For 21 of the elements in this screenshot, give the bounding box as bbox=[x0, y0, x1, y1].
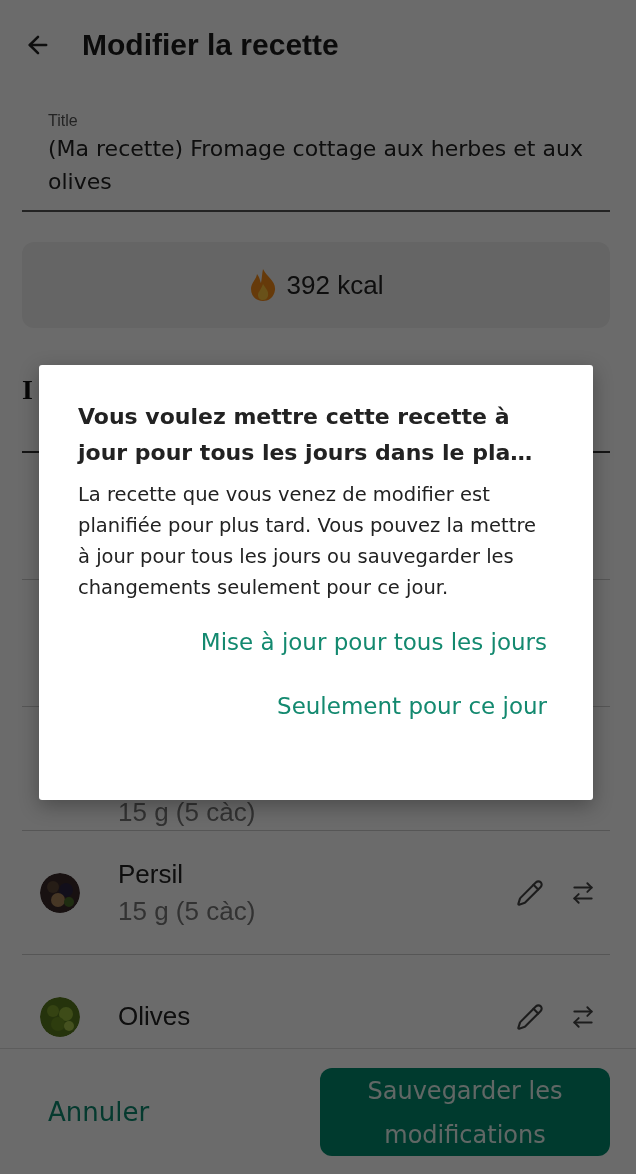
save-button[interactable]: Sauvegarder les modifications bbox=[320, 1067, 610, 1156]
pencil-icon[interactable] bbox=[516, 1002, 544, 1031]
dialog-action[interactable]: Mise à jour pour tous les jours bbox=[200, 625, 547, 659]
pencil-icon[interactable] bbox=[516, 878, 544, 907]
ingredient-amount: 15 g (5 càc) bbox=[118, 895, 257, 927]
swap-icon[interactable] bbox=[570, 879, 596, 906]
dialog-title: Vous voulez mettre cette recette à jour pour tous les jours dans le pla… bbox=[78, 403, 534, 467]
flame-icon bbox=[248, 268, 277, 302]
dialog-action[interactable]: Seulement pour ce jour bbox=[277, 689, 547, 723]
cancel-button[interactable]: Annuler bbox=[48, 1096, 150, 1127]
title-field[interactable]: Title (Ma recette) Fromage cottage aux herbes et aux olives bbox=[22, 112, 610, 212]
ingredient-name: Persil bbox=[118, 858, 184, 890]
field-value: (Ma recette) Fromage cottage aux herbes et aux olives bbox=[48, 135, 584, 196]
page-title: Modifier la recette bbox=[82, 28, 339, 62]
calories-text: 392 kcal bbox=[286, 269, 384, 301]
ingredient-amount: 15 g (5 càc) bbox=[118, 797, 257, 828]
dialog-message: La recette que vous venez de modifier est planifiée pour plus tard. Vous pouvez la mettre à jour pour tous les jours ou sauvegarder les changements seulement pour ce jour. bbox=[78, 482, 537, 601]
field-label: Title bbox=[48, 112, 79, 130]
ingredient-name: Olives bbox=[118, 1001, 192, 1032]
swap-icon[interactable] bbox=[570, 1003, 596, 1030]
section-heading: I bbox=[22, 373, 33, 406]
